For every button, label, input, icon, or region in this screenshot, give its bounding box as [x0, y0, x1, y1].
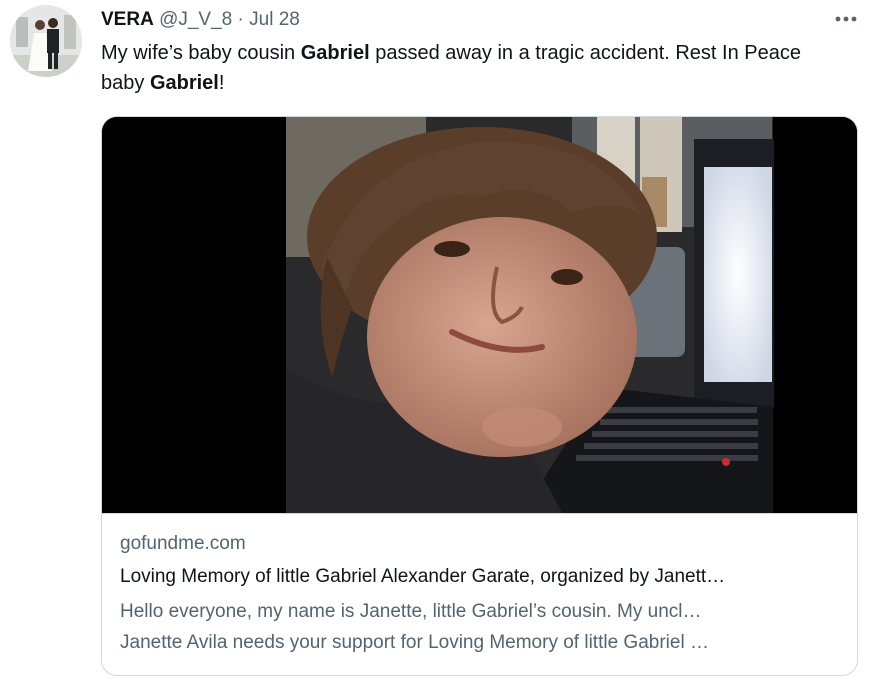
tweet-text-segment: !: [218, 72, 225, 94]
link-card[interactable]: gofundme.com Loving Memory of little Gab…: [101, 116, 858, 676]
user-handle[interactable]: @J_V_8: [159, 9, 232, 30]
tweet-text-segment: My wife’s baby cousin: [101, 42, 301, 64]
header-separator: ·: [237, 9, 244, 30]
card-description-line: Hello everyone, my name is Janette, litt…: [120, 601, 702, 622]
card-thumbnail: [102, 117, 857, 513]
tweet-text-bold: Gabriel: [149, 72, 219, 94]
card-image[interactable]: [102, 117, 857, 513]
card-domain: gofundme.com: [120, 533, 246, 554]
card-description-line: Janette Avila needs your support for Lov…: [120, 632, 709, 653]
more-dots-icon: [835, 16, 857, 22]
tweet-text: My wife’s baby cousin Gabriel passed awa…: [101, 38, 841, 98]
card-description: Hello everyone, my name is Janette, litt…: [120, 596, 840, 658]
card-footer[interactable]: gofundme.com Loving Memory of little Gab…: [102, 513, 857, 675]
avatar-photo: [10, 5, 82, 77]
tweet-text-bold: Gabriel: [300, 42, 370, 64]
display-name[interactable]: VERA: [101, 9, 154, 30]
card-title: Loving Memory of little Gabriel Alexande…: [120, 566, 726, 587]
avatar[interactable]: [10, 5, 82, 77]
tweet-date[interactable]: Jul 28: [249, 9, 300, 30]
tweet-header: VERA @J_V_8 · Jul 28: [101, 7, 300, 33]
more-options-button[interactable]: [830, 6, 864, 32]
